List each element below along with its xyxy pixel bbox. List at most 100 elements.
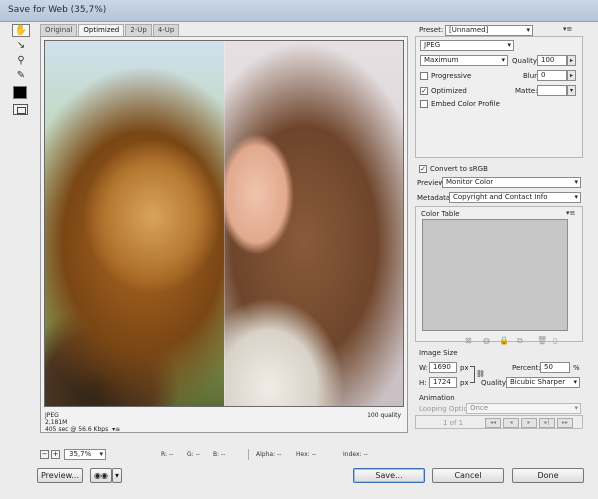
zoom-level-value: 35,7% xyxy=(69,450,92,458)
readout-index: Index: -- xyxy=(343,451,368,458)
file-format-select[interactable]: JPEG ▾ xyxy=(420,40,514,51)
chevron-down-icon: ▾ xyxy=(526,26,530,34)
percent-input[interactable]: 50 xyxy=(540,362,570,373)
width-label: W: xyxy=(419,364,428,372)
metadata-value: Copyright and Contact Info xyxy=(453,193,548,201)
lock-color-icon[interactable]: 🔒 xyxy=(499,336,509,345)
zoom-icon[interactable]: ⚲ xyxy=(12,54,30,67)
preset-select[interactable]: [Unnamed] ▾ xyxy=(445,25,533,36)
view-tabs: Original Optimized 2-Up 4-Up xyxy=(40,24,180,36)
blur-input[interactable]: 0 xyxy=(537,70,567,81)
status-bar: − + 35,7% R: -- G: -- B: -- Alpha: -- He… xyxy=(40,448,408,462)
window-title: Save for Web (35,7%) xyxy=(8,5,107,15)
width-unit: px xyxy=(460,364,469,372)
map-to-transparent-icon[interactable]: ⊠ xyxy=(465,336,472,345)
percent-value: 50 xyxy=(544,363,553,371)
info-size: 2,181M xyxy=(45,419,68,426)
resample-quality-select[interactable]: Bicubic Sharper ▾ xyxy=(506,377,580,388)
optimized-label: Optimized xyxy=(431,87,467,95)
chevron-down-icon: ▾ xyxy=(574,178,578,186)
quality-input[interactable]: 100 xyxy=(537,55,567,66)
chevron-down-icon: ▾ xyxy=(574,193,578,201)
cancel-button[interactable]: Cancel xyxy=(432,468,504,483)
matte-label: Matte: xyxy=(515,87,538,95)
height-unit: px xyxy=(460,379,469,387)
done-button[interactable]: Done xyxy=(512,468,584,483)
preview-color-select[interactable]: Monitor Color ▾ xyxy=(442,177,581,188)
frame-counter: 1 of 1 xyxy=(443,419,464,427)
blur-value: 0 xyxy=(541,71,546,79)
play-button[interactable]: ▸ xyxy=(521,418,537,428)
quality-label: Quality: xyxy=(512,57,539,65)
quality-value: 100 xyxy=(541,56,555,64)
chevron-down-icon: ▾ xyxy=(574,404,578,412)
web-shift-icon[interactable]: ◍ xyxy=(483,336,490,345)
metadata-label: Metadata: xyxy=(417,194,453,202)
chain-link-icon[interactable]: ⛓ xyxy=(476,370,485,378)
color-table[interactable] xyxy=(422,219,568,331)
progressive-label: Progressive xyxy=(431,72,472,80)
embed-color-profile-label: Embed Color Profile xyxy=(431,100,500,108)
hand-tool-icon[interactable]: ✋ xyxy=(12,24,30,37)
animation-title: Animation xyxy=(419,394,455,402)
tab-optimized[interactable]: Optimized xyxy=(78,24,125,36)
convert-srgb-checkbox[interactable]: ✓ xyxy=(419,165,427,173)
progressive-checkbox[interactable] xyxy=(420,72,428,80)
readout-r: R: -- xyxy=(161,451,174,458)
chevron-down-icon: ▾ xyxy=(573,378,577,386)
matte-dropdown-button[interactable]: ▾ xyxy=(567,85,576,96)
height-input[interactable]: 1724 xyxy=(429,377,457,388)
image-split-line xyxy=(224,41,225,406)
zoom-out-button[interactable]: − xyxy=(40,450,49,459)
blur-spin-button[interactable]: ▸ xyxy=(567,70,576,81)
last-frame-button[interactable]: ▸▸ xyxy=(557,418,573,428)
quality-spin-button[interactable]: ▸ xyxy=(567,55,576,66)
chevron-down-icon: ▾ xyxy=(114,471,119,480)
title-bar: Save for Web (35,7%) xyxy=(0,0,598,22)
eyedropper-icon[interactable]: ✎ xyxy=(12,69,30,82)
tab-2-up[interactable]: 2-Up xyxy=(125,24,152,36)
width-input[interactable]: 1690 xyxy=(429,362,457,373)
percent-label: Percent: xyxy=(512,364,541,372)
info-download-time: 405 sec @ 56.6 Kbps xyxy=(45,426,109,433)
browser-menu-button[interactable]: ▾ xyxy=(112,468,122,483)
save-button[interactable]: Save... xyxy=(353,468,425,483)
previous-frame-button[interactable]: ◂ xyxy=(503,418,519,428)
new-color-icon[interactable]: ⧉ xyxy=(517,336,523,346)
image-size-title: Image Size xyxy=(419,349,458,357)
zoom-level-select[interactable]: 35,7% xyxy=(64,449,106,460)
save-for-web-dialog: ✋ ↘ ⚲ ✎ Original Optimized 2-Up 4-Up JPE… xyxy=(0,22,598,499)
info-format: JPEG xyxy=(45,412,59,419)
color-table-title: Color Table xyxy=(421,210,460,218)
image-info: JPEG 2,181M 405 sec @ 56.6 Kbps ▾≡ 100 q… xyxy=(44,411,404,433)
preview-button[interactable]: Preview... xyxy=(37,468,83,483)
optimization-settings-group: JPEG ▾ Maximum ▾ Quality: 100 ▸ Progressiv… xyxy=(415,36,583,158)
download-time-menu-icon[interactable]: ▾≡ xyxy=(112,426,120,433)
metadata-select[interactable]: Copyright and Contact Info ▾ xyxy=(449,192,581,203)
color-table-menu-icon[interactable]: ▾≡ xyxy=(566,209,575,217)
percent-unit: % xyxy=(573,364,580,372)
embed-color-profile-checkbox[interactable] xyxy=(420,100,428,108)
readout-g: G: -- xyxy=(187,451,200,458)
compression-quality-select[interactable]: Maximum ▾ xyxy=(420,55,508,66)
looping-options-select[interactable]: Once ▾ xyxy=(466,403,581,414)
delete-color-icon[interactable]: 🗑 xyxy=(537,336,547,345)
width-value: 1690 xyxy=(433,363,451,371)
preview-in-browser-button[interactable]: ◉◉ xyxy=(90,468,112,483)
resample-quality-value: Bicubic Sharper xyxy=(510,378,566,386)
next-frame-button[interactable]: ▸| xyxy=(539,418,555,428)
trash-icon[interactable]: ▯ xyxy=(553,336,557,345)
matte-select[interactable] xyxy=(537,85,567,96)
eyedropper-color-swatch[interactable] xyxy=(13,86,27,99)
readout-alpha: Alpha: -- xyxy=(256,451,282,458)
optimize-menu-icon[interactable]: ▾≡ xyxy=(563,25,572,33)
zoom-in-button[interactable]: + xyxy=(51,450,60,459)
tab-original[interactable]: Original xyxy=(40,24,78,36)
toggle-slices-visibility-icon[interactable] xyxy=(13,104,28,115)
toolbox: ✋ ↘ ⚲ ✎ xyxy=(12,24,34,124)
tab-4-up[interactable]: 4-Up xyxy=(152,24,180,36)
optimized-image-preview[interactable] xyxy=(44,40,404,407)
optimized-checkbox[interactable]: ✓ xyxy=(420,87,428,95)
first-frame-button[interactable]: ◂◂ xyxy=(485,418,501,428)
slice-select-icon[interactable]: ↘ xyxy=(12,39,30,52)
